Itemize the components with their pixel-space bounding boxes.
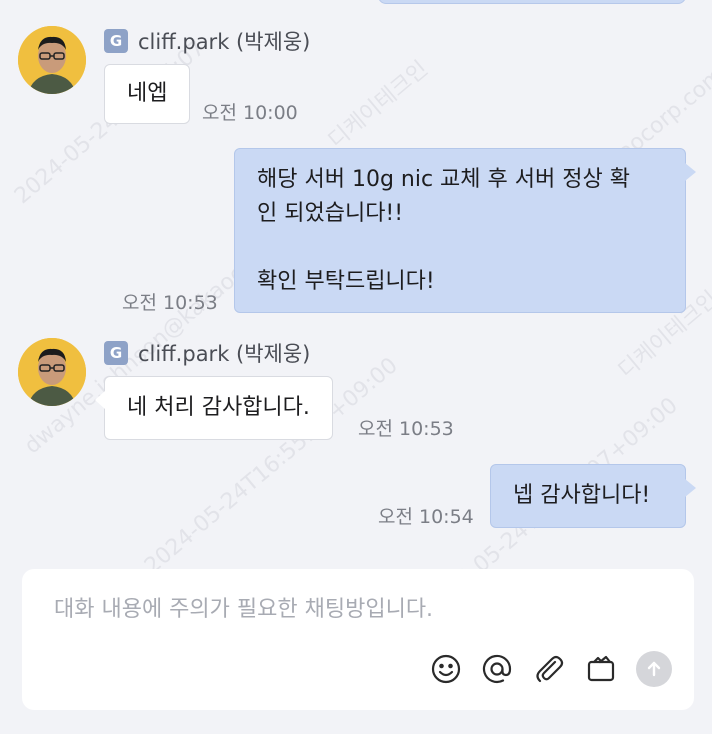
previous-message-bubble xyxy=(378,0,686,4)
message-line: 해당 서버 10g nic 교체 후 서버 정상 확 xyxy=(257,167,630,192)
message-line: 인 되었습니다!! xyxy=(257,201,404,226)
message-bubble[interactable]: 네엡 xyxy=(104,64,191,124)
arrow-up-icon xyxy=(647,661,661,677)
message-text: 네엡 xyxy=(127,81,168,106)
emoji-icon xyxy=(431,654,461,684)
sender-label: G cliff.park (박제웅) xyxy=(104,28,310,54)
message-line xyxy=(257,231,663,265)
avatar[interactable] xyxy=(18,338,86,406)
message-time: 오전 10:00 xyxy=(202,102,298,124)
message-time: 오전 10:54 xyxy=(378,506,474,528)
mention-button[interactable] xyxy=(479,651,515,687)
group-badge: G xyxy=(104,341,128,365)
message-time: 오전 10:53 xyxy=(122,292,218,314)
emoji-button[interactable] xyxy=(428,651,464,687)
message-time: 오전 10:53 xyxy=(358,418,454,440)
bubble-tail xyxy=(685,163,696,181)
message-bubble[interactable]: 네 처리 감사합니다. xyxy=(95,376,333,440)
bubble-tail xyxy=(95,391,105,409)
avatar[interactable] xyxy=(18,26,86,94)
folder-clip-icon xyxy=(587,655,615,682)
bubble-tail xyxy=(685,479,696,497)
clipboard-button[interactable] xyxy=(583,651,619,687)
message-text: 넵 감사합니다! xyxy=(513,483,651,508)
sender-name[interactable]: cliff.park (박제웅) xyxy=(138,338,310,368)
group-badge: G xyxy=(104,29,128,53)
message-input[interactable] xyxy=(22,569,694,649)
paperclip-icon xyxy=(536,655,564,683)
sender-label: G cliff.park (박제웅) xyxy=(104,340,310,366)
message-composer xyxy=(22,569,694,710)
message-bubble[interactable]: 넵 감사합니다! xyxy=(490,464,696,528)
sender-name[interactable]: cliff.park (박제웅) xyxy=(138,26,310,56)
attach-file-button[interactable] xyxy=(531,651,567,687)
message-text: 네 처리 감사합니다. xyxy=(127,395,310,420)
watermark: 디케이테크인 xyxy=(323,56,433,154)
message-bubble[interactable]: 해당 서버 10g nic 교체 후 서버 정상 확 인 되었습니다!! 확인 … xyxy=(234,148,696,313)
at-sign-icon xyxy=(482,654,512,684)
send-button[interactable] xyxy=(636,651,672,687)
message-line: 확인 부탁드립니다! xyxy=(257,269,435,294)
